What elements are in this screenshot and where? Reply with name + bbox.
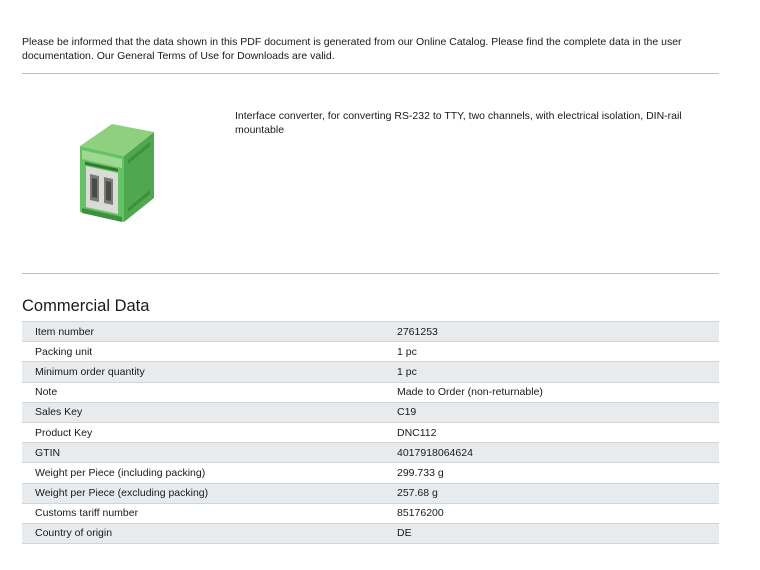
- row-label: Product Key: [22, 422, 383, 444]
- table-row: Product Key DNC112: [22, 422, 719, 444]
- row-value: 299.733 g: [383, 462, 719, 484]
- divider-top: [22, 73, 719, 74]
- row-label: Packing unit: [22, 341, 383, 363]
- commercial-data-table: Item number 2761253 Packing unit 1 pc Mi…: [22, 320, 719, 545]
- row-value: 4017918064624: [383, 442, 719, 464]
- section-title-commercial-data: Commercial Data: [22, 297, 150, 315]
- row-label: Sales Key: [22, 402, 383, 423]
- table-row: Packing unit 1 pc: [22, 341, 719, 363]
- table-row: Country of origin DE: [22, 523, 719, 545]
- divider-bottom: [22, 273, 719, 274]
- table-row: Weight per Piece (excluding packing) 257…: [22, 483, 719, 504]
- table-row: Customs tariff number 85176200: [22, 503, 719, 524]
- row-label: Customs tariff number: [22, 503, 383, 524]
- din-rail-interface-converter-icon: [80, 124, 154, 222]
- table-row: Sales Key C19: [22, 402, 719, 423]
- table-row: Note Made to Order (non-returnable): [22, 382, 719, 403]
- row-value: DE: [383, 523, 719, 545]
- table-row: Item number 2761253: [22, 320, 719, 343]
- row-value: 2761253: [383, 320, 719, 343]
- row-value: C19: [383, 402, 719, 423]
- table-row: Minimum order quantity 1 pc: [22, 361, 719, 383]
- table-row: GTIN 4017918064624: [22, 442, 719, 464]
- disclaimer-text: Please be informed that the data shown i…: [22, 36, 682, 62]
- row-label: Item number: [22, 320, 383, 343]
- table-row: Weight per Piece (including packing) 299…: [22, 462, 719, 484]
- product-image: [72, 118, 160, 230]
- row-label: Weight per Piece (including packing): [22, 462, 383, 484]
- row-label: GTIN: [22, 442, 383, 464]
- row-value: 1 pc: [383, 341, 719, 363]
- product-description: Interface converter, for converting RS-2…: [235, 110, 682, 136]
- row-value: Made to Order (non-returnable): [383, 382, 719, 403]
- row-value: 1 pc: [383, 361, 719, 383]
- row-value: 257.68 g: [383, 483, 719, 504]
- row-value: DNC112: [383, 422, 719, 444]
- row-label: Note: [22, 382, 383, 403]
- row-label: Weight per Piece (excluding packing): [22, 483, 383, 504]
- row-label: Country of origin: [22, 523, 383, 545]
- row-label: Minimum order quantity: [22, 361, 383, 383]
- row-value: 85176200: [383, 503, 719, 524]
